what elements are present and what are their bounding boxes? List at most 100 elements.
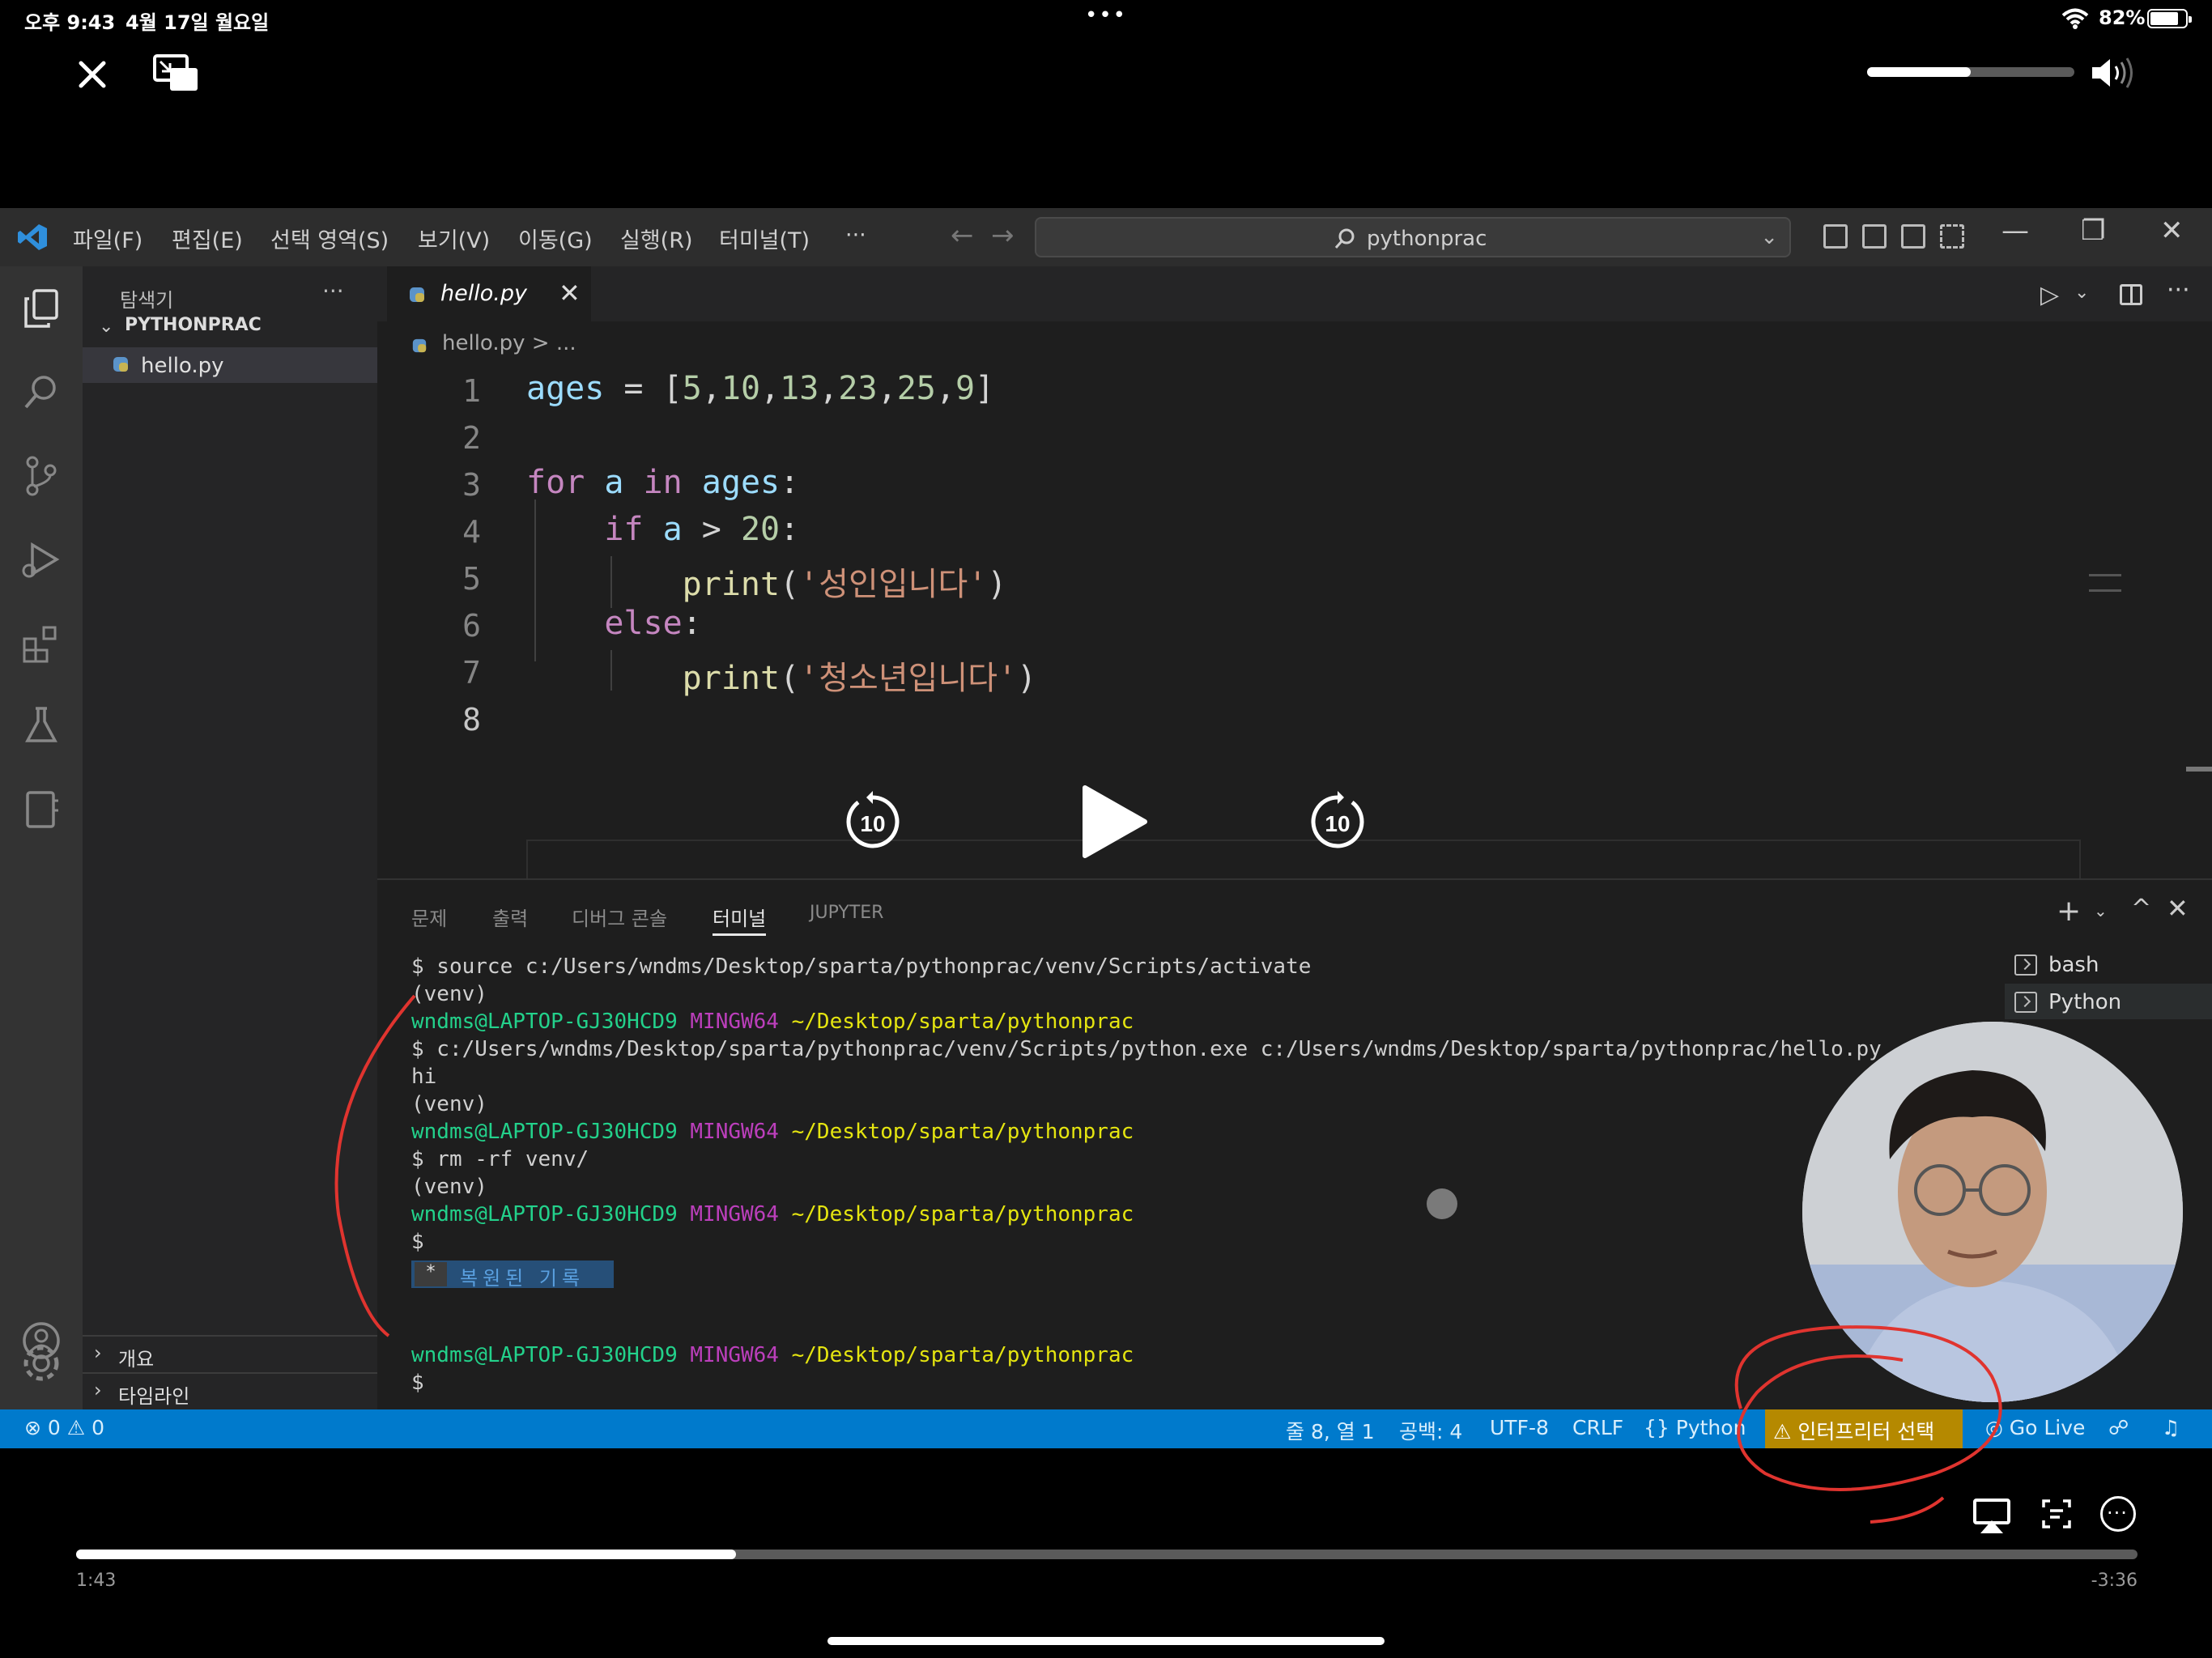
chevron-down-icon[interactable]: ⌄	[1760, 225, 1778, 249]
terminal-line: $ c:/Users/wndms/Desktop/sparta/pythonpr…	[411, 1037, 1882, 1061]
terminal-icon	[2014, 992, 2037, 1013]
line-number: 8	[462, 702, 481, 738]
split-editor-icon[interactable]	[2120, 284, 2142, 305]
picture-in-picture-icon[interactable]	[152, 53, 201, 94]
bell-icon[interactable]: ♫	[2162, 1416, 2180, 1439]
outline-section[interactable]: › 개요	[83, 1335, 377, 1371]
more-actions-icon[interactable]: ···	[322, 278, 344, 304]
terminal-line: (venv)	[411, 1092, 487, 1116]
restore-icon[interactable]: ❐	[2081, 215, 2105, 247]
breadcrumb[interactable]: hello.py > ...	[442, 331, 576, 355]
terminal-prompt: wndms@LAPTOP-GJ30HCD9 MINGW64 ~/Desktop/…	[411, 1010, 1134, 1034]
menu-go[interactable]: 이동(G)	[518, 223, 593, 254]
nav-back-icon[interactable]: ←	[951, 219, 974, 252]
minimize-icon[interactable]: —	[2001, 215, 2029, 247]
time-remaining: -3:36	[2091, 1571, 2138, 1591]
extensions-icon[interactable]	[19, 623, 63, 666]
minimap[interactable]	[2089, 574, 2121, 592]
notebook-icon[interactable]	[19, 788, 63, 831]
speaker-icon[interactable]	[2089, 55, 2138, 91]
vscode-logo-icon	[18, 224, 47, 250]
go-live[interactable]: ◎ Go Live	[1985, 1416, 2085, 1439]
terminal-item-bash[interactable]: bash	[2005, 946, 2212, 982]
feedback-icon[interactable]: ☍	[2108, 1416, 2129, 1439]
line-number: 5	[462, 561, 481, 597]
code-line: if a > 20:	[604, 511, 800, 548]
file-item-hello-py[interactable]: hello.py	[83, 347, 377, 383]
restored-history-marker: * 복원된 기록	[411, 1261, 614, 1290]
run-python-icon[interactable]: ▷	[2040, 281, 2059, 309]
play-icon[interactable]	[1077, 784, 1148, 859]
python-file-icon	[410, 287, 424, 302]
close-icon[interactable]	[70, 52, 115, 97]
run-debug-icon[interactable]	[19, 538, 63, 582]
explorer-icon[interactable]	[19, 287, 63, 331]
tab-debug-console[interactable]: 디버그 콘솔	[572, 903, 667, 931]
toggle-panel-icon[interactable]	[1862, 224, 1887, 249]
status-time: 오후 9:43	[24, 11, 116, 34]
subtitles-icon[interactable]	[2040, 1498, 2073, 1530]
menu-edit[interactable]: 편집(E)	[172, 223, 243, 254]
window-close-icon[interactable]: ✕	[2160, 215, 2184, 247]
airplay-icon[interactable]	[1972, 1498, 2011, 1533]
menu-view[interactable]: 보기(V)	[418, 223, 490, 254]
indentation[interactable]: 공백: 4	[1399, 1416, 1462, 1445]
command-center[interactable]: pythonprac ⌄	[1035, 217, 1791, 257]
menu-more[interactable]: ···	[845, 223, 866, 248]
gear-icon[interactable]	[19, 1341, 63, 1385]
language-mode[interactable]: {} Python	[1644, 1416, 1746, 1439]
volume-slider[interactable]	[1867, 67, 2074, 77]
toggle-sidebar-icon[interactable]	[1823, 224, 1848, 249]
terminal-line: $ source c:/Users/wndms/Desktop/sparta/p…	[411, 954, 1312, 979]
workspace-folder[interactable]: ⌄ PYTHONPRAC	[91, 310, 377, 342]
nav-forward-icon[interactable]: →	[991, 219, 1015, 252]
code-line: else:	[604, 605, 702, 642]
playback-progress-fill	[76, 1550, 736, 1559]
home-indicator[interactable]	[827, 1637, 1385, 1645]
tab-jupyter[interactable]: JUPYTER	[810, 903, 883, 923]
chevron-right-icon: ›	[94, 1341, 102, 1364]
tab-close-icon[interactable]: ✕	[559, 278, 581, 308]
menu-run[interactable]: 실행(R)	[620, 223, 693, 254]
active-tab-indicator	[713, 933, 766, 936]
skip-forward-icon[interactable]: 10	[1307, 791, 1368, 852]
maximize-panel-icon[interactable]: ^	[2131, 895, 2151, 923]
line-ending[interactable]: CRLF	[1572, 1416, 1623, 1439]
chevron-down-icon[interactable]: ⌄	[2094, 901, 2108, 920]
skip-back-icon[interactable]: 10	[842, 791, 904, 852]
cursor-position[interactable]: 줄 8, 열 1	[1286, 1416, 1375, 1445]
tab-output[interactable]: 출력	[492, 903, 528, 931]
testing-icon[interactable]	[19, 704, 63, 747]
code-line: print('청소년입니다')	[682, 660, 1037, 697]
scrollbar[interactable]	[2186, 767, 2212, 772]
ipad-video-player: 오후 9:43 4월 17일 월요일 ••• 82% 파일(F) 편집(E) 선…	[0, 0, 2212, 1658]
outline-label: 개요	[118, 1348, 155, 1371]
multitasking-dots[interactable]: •••	[1085, 3, 1127, 28]
tab-hello-py[interactable]: hello.py ✕	[387, 266, 591, 321]
touch-cursor	[1427, 1188, 1457, 1219]
tab-problems[interactable]: 문제	[411, 903, 447, 931]
select-interpreter[interactable]: ⚠ 인터프리터 선택	[1765, 1409, 1963, 1448]
menu-selection[interactable]: 선택 영역(S)	[270, 223, 389, 254]
toggle-secondary-sidebar-icon[interactable]	[1901, 224, 1925, 249]
status-date: 4월 17일 월요일	[125, 11, 270, 34]
sidebar-title: 탐색기	[120, 289, 174, 312]
customize-layout-icon[interactable]	[1940, 224, 1964, 249]
chevron-down-icon[interactable]: ⌄	[2074, 283, 2089, 303]
timeline-section[interactable]: › 타임라인	[83, 1372, 377, 1408]
new-terminal-icon[interactable]: +	[2057, 895, 2081, 928]
menu-terminal[interactable]: 터미널(T)	[719, 223, 810, 254]
encoding[interactable]: UTF-8	[1490, 1416, 1549, 1439]
battery-percent: 82%	[2099, 6, 2146, 29]
playback-progress-bar[interactable]	[76, 1550, 2138, 1559]
terminal-item-python[interactable]: Python	[2005, 984, 2212, 1019]
source-control-icon[interactable]	[19, 454, 63, 498]
menu-file[interactable]: 파일(F)	[73, 223, 143, 254]
close-panel-icon[interactable]: ✕	[2167, 893, 2189, 924]
more-options-icon[interactable]: ···	[2100, 1496, 2136, 1532]
problems-count[interactable]: ⊗ 0 ⚠ 0	[24, 1416, 104, 1439]
tab-terminal[interactable]: 터미널	[713, 903, 766, 931]
code-editor[interactable]: 1 2 3 4 5 6 7 8 ages = [5,10,13,23,25,9]…	[377, 362, 2212, 937]
more-actions-icon[interactable]: ···	[2167, 276, 2190, 304]
search-icon[interactable]	[19, 370, 63, 414]
